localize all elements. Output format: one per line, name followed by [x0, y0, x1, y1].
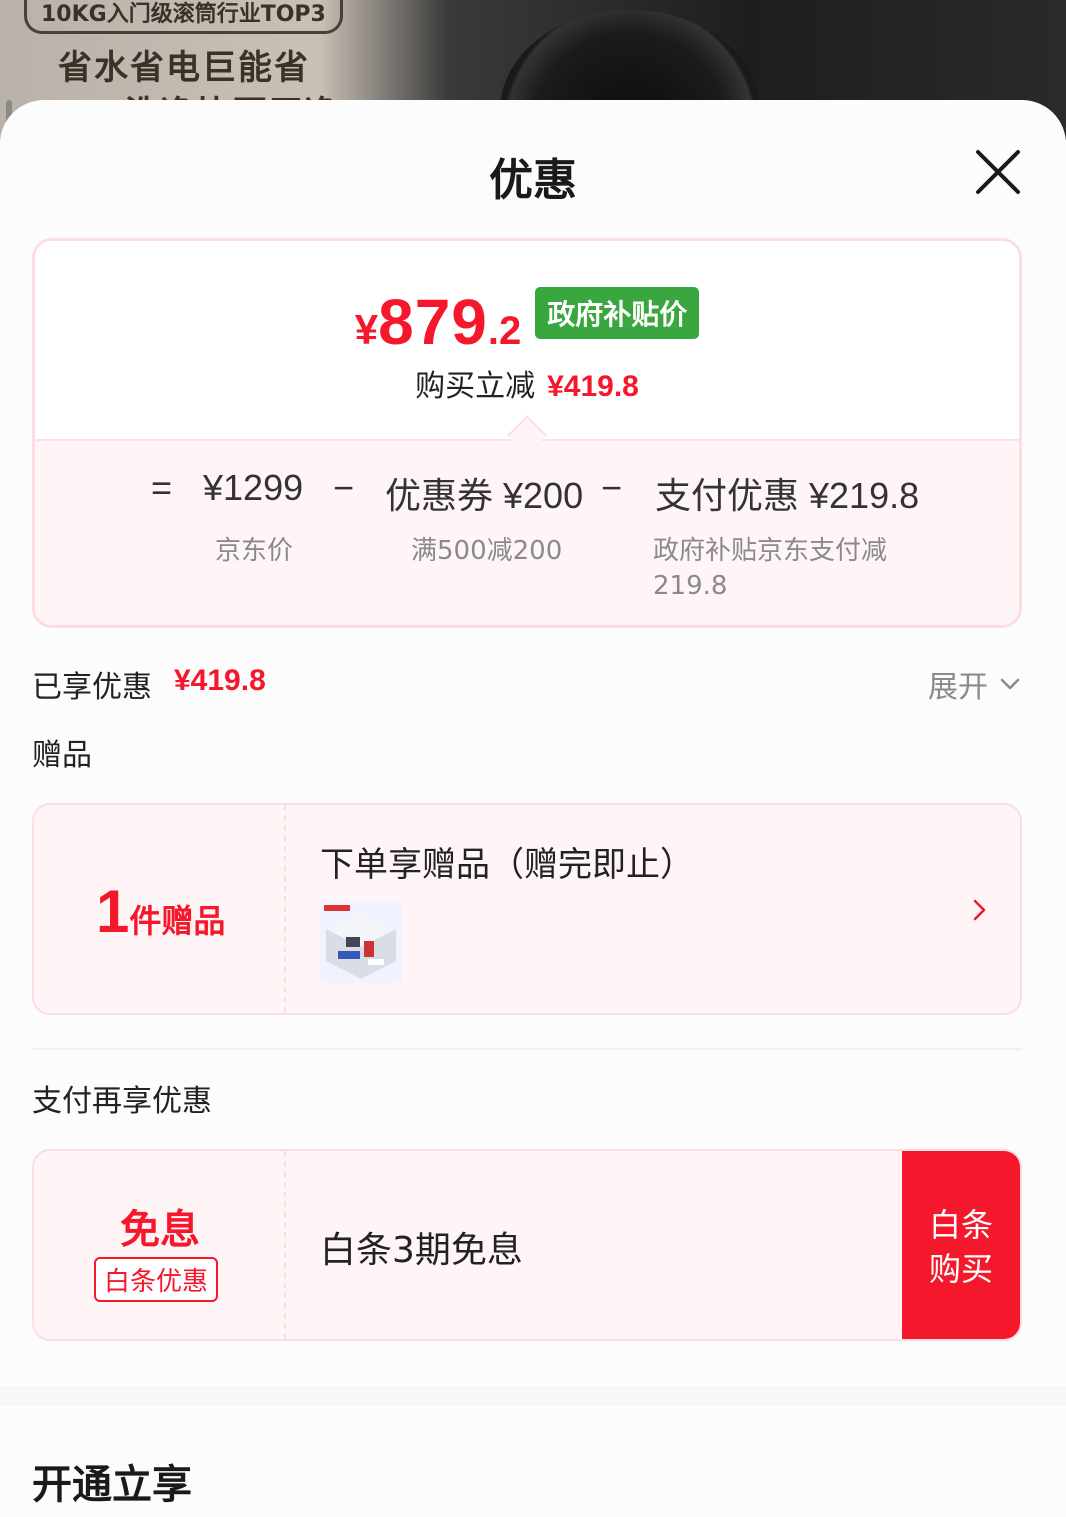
enjoyed-label: 已享优惠 [32, 670, 152, 705]
coupon-condition-label: 满500减200 [411, 536, 563, 566]
baitiao-buy-button[interactable]: 白条 购买 [902, 1151, 1020, 1339]
baitiao-offer-tag: 白条优惠 [94, 1257, 219, 1302]
enjoyed-value: ¥419.8 [174, 664, 266, 697]
instant-save-label: 购买立减 [415, 369, 536, 404]
close-icon[interactable] [972, 146, 1024, 198]
buy-button-line2: 购买 [928, 1250, 993, 1288]
jd-price-label: 京东价 [215, 536, 294, 566]
price-formula: = ¥1299 − 优惠券 ¥200 − 支付优惠 ¥219.8 京东价 满50… [35, 439, 1019, 625]
sheet-title: 优惠 [489, 155, 577, 206]
pay-discount-label: 政府补贴京东支付减 [653, 536, 888, 566]
gift-card[interactable]: 1件赠品 下单享赠品（赠完即止） [32, 803, 1022, 1015]
gov-subsidy-badge: 政府补贴价 [535, 287, 700, 339]
pay-discount-label-amount: 219.8 [653, 571, 728, 601]
formula-minus: − [601, 467, 623, 508]
final-price: ¥879.2 [354, 286, 522, 358]
gift-thumbnail [320, 901, 402, 983]
ad-slogan: 省水省电巨能省 [58, 48, 310, 88]
chevron-right-icon [970, 895, 990, 929]
price-breakdown-card: ¥879.2 政府补贴价 购买立减 ¥419.8 = ¥1299 − 优惠券 ¥2… [32, 238, 1022, 628]
gift-count: 1件赠品 [96, 878, 226, 945]
payment-offer-panel: 免息 白条优惠 [34, 1151, 286, 1339]
ad-rank-tag: 10KG入门级滚筒行业TOP3 [24, 0, 343, 34]
chevron-down-icon [1000, 678, 1020, 690]
payment-offer-title: 白条3期免息 [320, 1230, 523, 1271]
gift-title: 下单享赠品（赠完即止） [320, 845, 694, 885]
discount-sheet: 优惠 ¥879.2 政府补贴价 购买立减 ¥419.8 = ¥1299 − 优惠… [0, 100, 1066, 1517]
open-benefits-title: 开通立享 [32, 1462, 192, 1508]
payment-offer-card: 免息 白条优惠 白条3期免息 白条 购买 [32, 1149, 1022, 1341]
interest-free-label: 免息 [120, 1207, 200, 1253]
section-divider [32, 1048, 1022, 1050]
gifts-section-label: 赠品 [32, 738, 92, 773]
price-summary: ¥879.2 政府补贴价 购买立减 ¥419.8 [35, 241, 1019, 441]
gift-count-panel: 1件赠品 [34, 805, 286, 1013]
instant-save-row: 购买立减 ¥419.8 [35, 361, 1019, 405]
formula-jd-price: ¥1299 [203, 467, 304, 508]
enjoyed-discount-row: 已享优惠 ¥419.8 展开 [32, 662, 1022, 706]
formula-coupon: 优惠券 ¥200 [385, 475, 584, 516]
instant-save-value: ¥419.8 [547, 370, 639, 403]
formula-pay-discount: 支付优惠 ¥219.8 [655, 475, 920, 516]
section-separator-band [0, 1386, 1066, 1406]
buy-button-line1: 白条 [928, 1206, 993, 1244]
formula-equals: = [151, 467, 173, 508]
payment-section-label: 支付再享优惠 [32, 1084, 212, 1119]
expand-button[interactable]: 展开 [928, 662, 1022, 706]
expand-label: 展开 [928, 670, 988, 705]
formula-minus: − [333, 467, 355, 508]
